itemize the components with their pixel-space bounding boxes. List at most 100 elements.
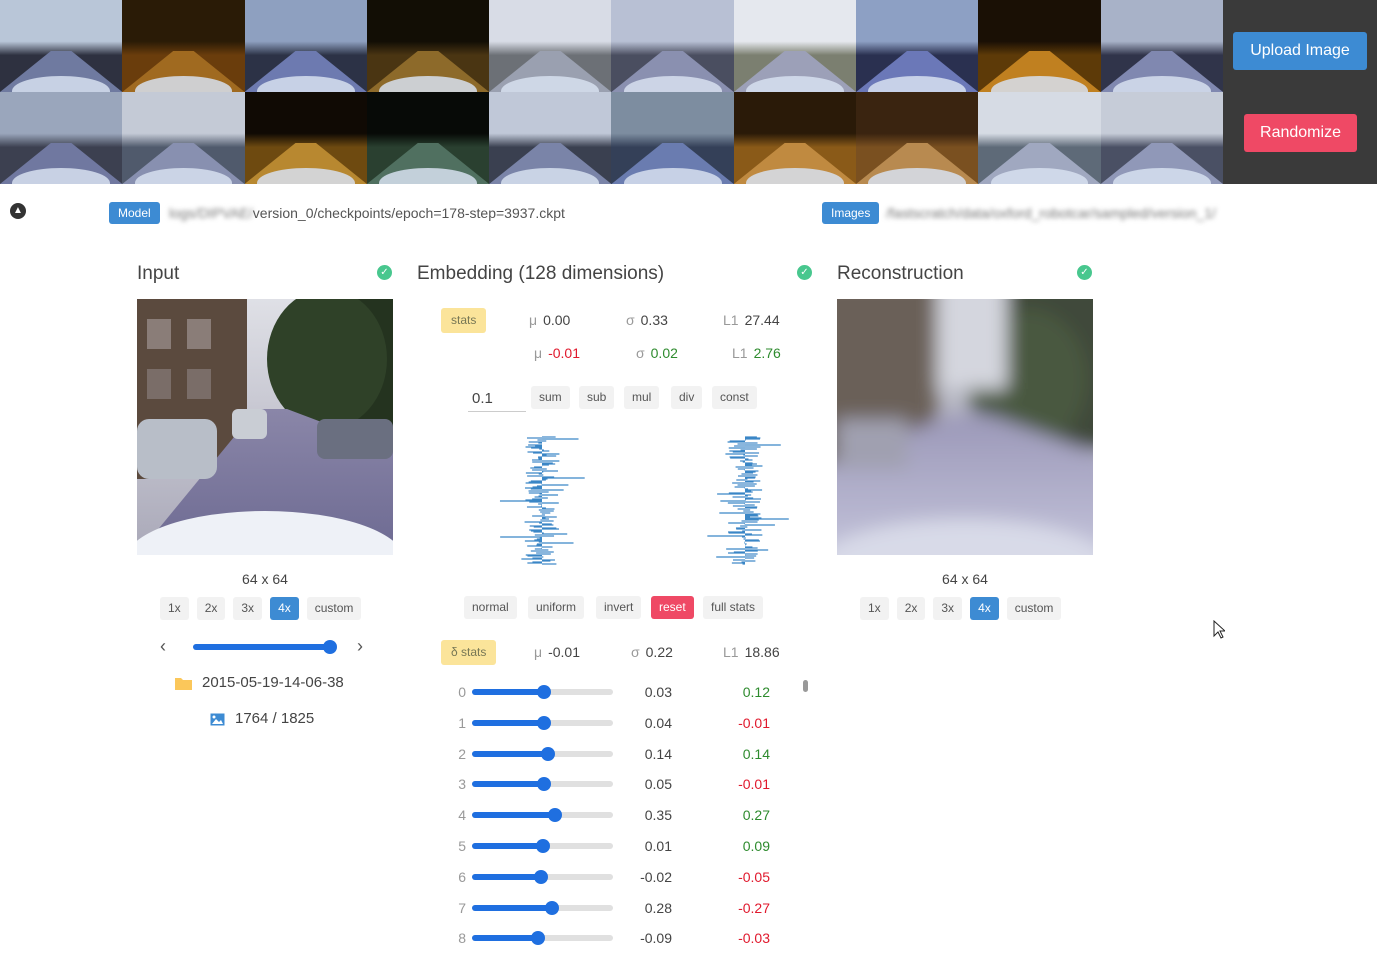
normal-button[interactable]: normal — [464, 596, 517, 619]
image-icon — [210, 713, 225, 726]
dimension-row: 0 0.03 0.12 — [448, 684, 788, 715]
thumbnail[interactable] — [1100, 92, 1223, 184]
dimension-slider[interactable] — [472, 900, 613, 915]
dimension-scrollbar[interactable] — [803, 680, 808, 692]
input-zoom-2x-button[interactable]: 2x — [196, 597, 226, 620]
embedding-plot-delta — [707, 436, 789, 565]
dimension-delta: -0.05 — [738, 868, 770, 885]
dimension-slider[interactable] — [472, 869, 613, 884]
thumbnail[interactable] — [978, 0, 1101, 92]
thumbnail[interactable] — [733, 92, 857, 184]
thumbnail[interactable] — [611, 92, 734, 184]
thumbnail[interactable] — [244, 0, 367, 92]
thumbnail[interactable] — [0, 92, 123, 184]
input-zoom-3x-button[interactable]: 3x — [233, 597, 263, 620]
dstat-mu: μ -0.01 — [534, 644, 580, 660]
reset-button[interactable]: reset — [651, 596, 694, 619]
frame-slider-knob[interactable] — [323, 640, 338, 654]
dstat-l1: L1 18.86 — [723, 644, 780, 660]
const-button[interactable]: const — [712, 386, 757, 409]
dimension-slider-knob[interactable] — [536, 777, 551, 792]
dimension-slider-knob[interactable] — [536, 715, 551, 730]
dimension-delta: 0.09 — [742, 838, 770, 854]
dimension-slider[interactable] — [472, 715, 613, 730]
dimension-slider-knob[interactable] — [545, 900, 560, 915]
collapse-icon[interactable]: ▲ — [10, 203, 26, 219]
stat-delta-sigma: σ 0.02 — [636, 345, 678, 361]
mul-button[interactable]: mul — [624, 386, 660, 409]
input-zoom-custom-button[interactable]: custom — [306, 597, 362, 620]
thumbnail[interactable] — [856, 92, 979, 184]
dimension-slider-knob[interactable] — [548, 808, 563, 823]
dimension-slider[interactable] — [472, 839, 613, 853]
prev-icon[interactable]: ‹ — [160, 636, 166, 657]
stat-sigma: σ 0.33 — [626, 312, 668, 328]
sub-button[interactable]: sub — [579, 386, 615, 409]
thumbnail[interactable] — [244, 92, 367, 184]
thumbnail[interactable] — [1100, 0, 1223, 92]
dimension-value: -0.02 — [640, 868, 672, 885]
dimension-slider[interactable] — [472, 746, 613, 761]
folder-name: 2015-05-19-14-06-38 — [202, 674, 344, 691]
thumbnail[interactable] — [856, 0, 979, 92]
reconstruction-zoom-1x-button[interactable]: 1x — [860, 597, 889, 620]
reconstruction-zoom-group: 1x 2x 3x 4x custom — [860, 597, 1062, 620]
dimension-slider-knob[interactable] — [531, 931, 546, 946]
dimension-slider-knob[interactable] — [534, 869, 549, 884]
dimension-slider-fill — [472, 843, 543, 849]
div-button[interactable]: div — [671, 386, 703, 409]
randomize-button[interactable]: Randomize — [1244, 114, 1357, 152]
input-zoom-4x-button[interactable]: 4x — [270, 597, 299, 620]
dimension-slider-knob[interactable] — [541, 746, 556, 761]
dimension-value: 0.03 — [644, 684, 672, 700]
thumbnail[interactable] — [978, 92, 1101, 184]
reconstruction-image — [837, 299, 1093, 555]
stat-mu: μ 0.00 — [529, 312, 571, 328]
thumbnail[interactable] — [611, 0, 734, 92]
reconstruction-zoom-2x-button[interactable]: 2x — [896, 597, 926, 620]
frame-row: 1764 / 1825 — [210, 710, 314, 727]
dimension-row: 5 0.01 0.09 — [448, 838, 788, 869]
reconstruction-zoom-custom-button[interactable]: custom — [1006, 597, 1062, 620]
input-image — [137, 299, 393, 555]
op-value-input[interactable] — [468, 386, 526, 412]
thumbnail[interactable] — [0, 0, 123, 92]
thumbnail[interactable] — [489, 92, 612, 184]
dimension-row: 3 0.05 -0.01 — [448, 776, 788, 807]
thumbnail[interactable] — [366, 0, 490, 92]
invert-button[interactable]: invert — [596, 596, 642, 619]
reconstruction-zoom-4x-button[interactable]: 4x — [970, 597, 999, 620]
dimension-slider[interactable] — [472, 931, 613, 946]
dimension-slider-knob[interactable] — [536, 685, 551, 699]
thumbnail[interactable] — [366, 92, 490, 184]
delta-stats-pill[interactable]: δ stats — [441, 640, 497, 665]
dimension-index: 2 — [458, 745, 466, 762]
input-ok-icon: ✓ — [377, 265, 392, 280]
dimension-slider[interactable] — [472, 808, 613, 823]
frame-slider[interactable] — [193, 640, 338, 654]
frame-slider-fill — [193, 644, 331, 650]
upload-image-button[interactable]: Upload Image — [1233, 32, 1367, 70]
input-zoom-1x-button[interactable]: 1x — [160, 597, 189, 620]
thumbnail[interactable] — [489, 0, 612, 92]
dimension-slider-fill — [472, 719, 544, 726]
dimension-delta: 0.27 — [742, 807, 770, 824]
dimension-index: 8 — [458, 930, 466, 947]
dimension-delta: 0.12 — [742, 684, 770, 700]
dimension-value: 0.35 — [644, 807, 672, 824]
sum-button[interactable]: sum — [531, 386, 570, 409]
embedding-title: Embedding (128 dimensions) — [417, 263, 665, 284]
stats-pill[interactable]: stats — [441, 308, 487, 333]
reconstruction-zoom-3x-button[interactable]: 3x — [933, 597, 963, 620]
dimension-slider[interactable] — [472, 777, 613, 792]
embedding-ok-icon: ✓ — [797, 265, 812, 280]
uniform-button[interactable]: uniform — [528, 596, 585, 619]
thumbnail[interactable] — [122, 0, 245, 92]
stat-l1: L1 27.44 — [723, 312, 780, 328]
thumbnail[interactable] — [122, 92, 245, 184]
next-icon[interactable]: › — [357, 636, 363, 657]
dimension-slider[interactable] — [472, 685, 613, 699]
dimension-slider-knob[interactable] — [535, 839, 550, 853]
full-stats-button[interactable]: full stats — [703, 596, 764, 619]
thumbnail[interactable] — [733, 0, 857, 92]
